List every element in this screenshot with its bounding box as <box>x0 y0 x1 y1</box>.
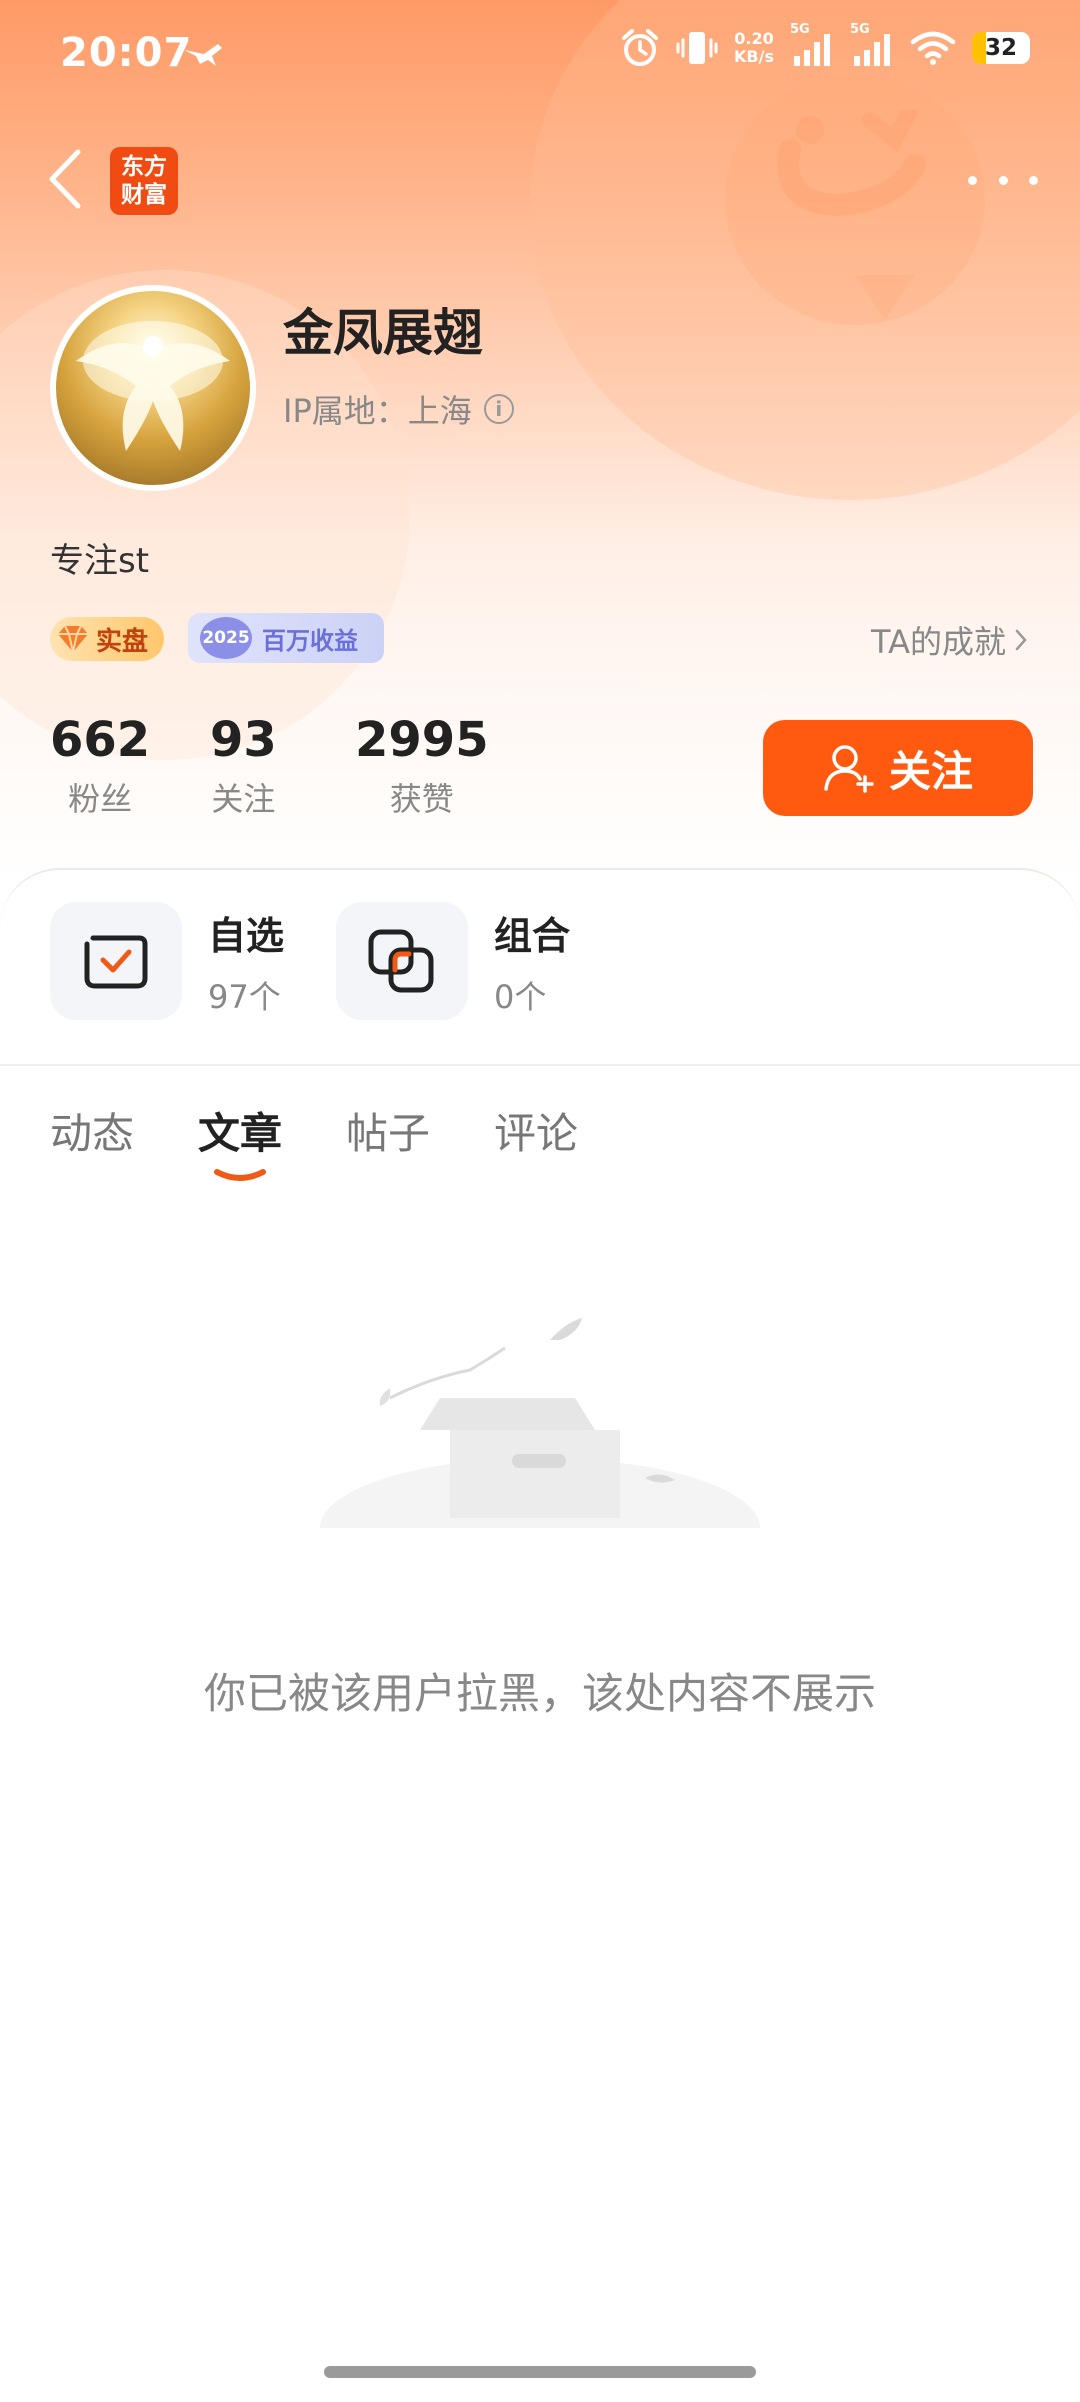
portfolio-entry[interactable]: 组合 0个 <box>336 902 570 1020</box>
watchlist-icon-box <box>50 902 182 1020</box>
achievements-link[interactable]: TA的成就 <box>871 617 1028 663</box>
signal-icon-2: 5G <box>850 22 894 68</box>
tab-posts[interactable]: 帖子 <box>346 1100 430 1161</box>
chevron-right-icon <box>1015 629 1027 651</box>
divider <box>0 1064 1080 1066</box>
portfolio-title: 组合 <box>494 913 571 958</box>
tab-comments[interactable]: 评论 <box>494 1100 578 1161</box>
badge-income-label: 百万收益 <box>262 626 358 655</box>
back-button[interactable] <box>44 148 94 210</box>
watchlist-title: 自选 <box>208 913 285 958</box>
phoenix-avatar-image <box>76 321 230 451</box>
ip-location-text: IP属地：上海 <box>283 392 472 430</box>
stat-following-label: 关注 <box>211 780 276 818</box>
diamond-icon <box>58 625 88 653</box>
stat-likes-value: 2995 <box>355 712 489 768</box>
achievements-link-label: TA的成就 <box>871 623 1006 661</box>
tab-activity[interactable]: 动态 <box>50 1100 134 1161</box>
empty-state-message: 你已被该用户拉黑，该处内容不展示 <box>203 1669 876 1718</box>
empty-box-illustration <box>320 1318 760 1528</box>
portfolio-icon <box>368 929 434 993</box>
status-icons: 0.20 KB/s 5G 5G 32 <box>620 22 1030 68</box>
network-speed: 0.20 KB/s <box>734 30 774 66</box>
app-logo: 东方 财富 <box>110 147 178 215</box>
battery-icon: 32 <box>972 32 1030 64</box>
stat-following-value: 93 <box>210 712 277 768</box>
add-user-icon <box>824 745 874 793</box>
tab-articles-label: 文章 <box>198 1109 283 1158</box>
info-icon[interactable]: i <box>483 394 514 424</box>
active-tab-indicator <box>214 1169 267 1181</box>
tab-articles[interactable]: 文章 <box>198 1100 283 1181</box>
stat-following[interactable]: 93 关注 <box>210 712 277 820</box>
app-logo-line1: 东方 <box>121 154 167 180</box>
alarm-icon <box>622 29 659 66</box>
bio: 专注st <box>50 541 150 581</box>
portfolio-count: 0个 <box>494 977 547 1016</box>
stat-fans-label: 粉丝 <box>68 780 133 818</box>
decorative-bubble-tail <box>855 275 915 320</box>
battery-level: 32 <box>984 35 1017 61</box>
ip-location: IP属地：上海 i <box>283 386 514 432</box>
watchlist-check-icon <box>84 935 148 989</box>
stat-fans[interactable]: 662 粉丝 <box>50 712 150 820</box>
home-indicator[interactable] <box>324 2366 756 2378</box>
stat-likes[interactable]: 2995 获赞 <box>355 712 489 820</box>
content-card: 自选 97个 组合 0个 动态 文章 帖子 评论 你已被该用户拉黑，该处内容不展… <box>0 868 1080 2402</box>
username: 金凤展翅 <box>283 304 483 362</box>
more-dot-icon <box>968 175 977 185</box>
more-dot-icon <box>1029 175 1038 185</box>
watchlist-count: 97个 <box>208 977 281 1016</box>
chevron-left-icon <box>49 149 81 209</box>
signal-icon: 5G <box>790 22 834 68</box>
badge-year: 2025 <box>200 617 252 659</box>
decorative-smile-icon <box>777 110 926 217</box>
vibrate-icon <box>676 32 718 64</box>
wifi-icon <box>910 31 956 65</box>
follow-button-label: 关注 <box>888 746 973 796</box>
avatar[interactable] <box>50 285 256 491</box>
status-time: 20:07 <box>60 30 193 76</box>
stat-fans-value: 662 <box>50 712 151 768</box>
badge-shipan[interactable]: 实盘 <box>50 617 164 661</box>
more-dot-icon <box>998 175 1008 185</box>
more-options-button[interactable] <box>968 160 1038 200</box>
portfolio-icon-box <box>336 902 468 1020</box>
follow-button[interactable]: 关注 <box>763 720 1033 816</box>
bird-icon <box>184 44 222 66</box>
app-logo-line2: 财富 <box>121 182 167 208</box>
badge-shipan-label: 实盘 <box>96 626 149 657</box>
status-bar: 20:07 0.20 KB/s 5G 5G 32 <box>0 0 1080 110</box>
badge-million-income[interactable]: 2025 百万收益 <box>188 613 384 663</box>
stat-likes-label: 获赞 <box>389 780 454 818</box>
content-tabs: 动态 文章 帖子 评论 <box>50 1100 578 1181</box>
network-speed-unit: KB/s <box>734 47 774 66</box>
network-speed-value: 0.20 <box>734 29 774 48</box>
watchlist-entry[interactable]: 自选 97个 <box>50 902 284 1020</box>
